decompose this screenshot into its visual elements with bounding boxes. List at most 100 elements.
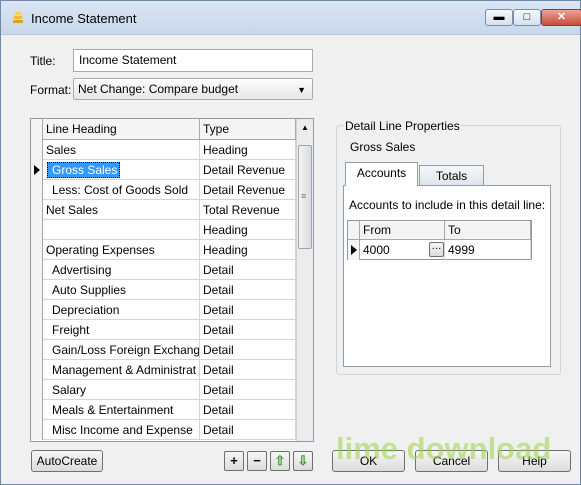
line-heading-cell[interactable]: Auto Supplies: [43, 280, 200, 300]
line-heading-cell[interactable]: Freight: [43, 320, 200, 340]
detail-line-properties-title: Detail Line Properties: [344, 119, 461, 133]
column-header-type[interactable]: Type: [200, 119, 296, 140]
type-cell[interactable]: Heading: [200, 140, 296, 160]
table-row[interactable]: Freight Detail: [31, 320, 296, 340]
table-row[interactable]: Less: Cost of Goods Sold Detail Revenue: [31, 180, 296, 200]
row-selector[interactable]: [31, 240, 43, 260]
autocreate-button[interactable]: AutoCreate: [31, 450, 103, 472]
line-heading-grid: Line Heading Type Sales Heading Gross Sa…: [30, 118, 314, 442]
type-cell[interactable]: Detail: [200, 360, 296, 380]
table-row[interactable]: Meals & Entertainment Detail: [31, 400, 296, 420]
close-button[interactable]: ✕: [541, 9, 581, 26]
table-row[interactable]: Advertising Detail: [31, 260, 296, 280]
type-cell[interactable]: Total Revenue: [200, 200, 296, 220]
type-cell[interactable]: Detail Revenue: [200, 180, 296, 200]
table-row-selected[interactable]: Gross Sales Detail Revenue: [31, 160, 296, 180]
maximize-button[interactable]: □: [513, 9, 541, 26]
type-cell[interactable]: Detail: [200, 400, 296, 420]
table-row[interactable]: Management & Administrat Detail: [31, 360, 296, 380]
type-cell[interactable]: Detail: [200, 260, 296, 280]
line-heading-cell[interactable]: Gain/Loss Foreign Exchange: [43, 340, 200, 360]
table-row[interactable]: Sales Heading: [31, 140, 296, 160]
type-cell[interactable]: Detail: [200, 420, 296, 440]
row-selector[interactable]: [31, 280, 43, 300]
detail-line-name: Gross Sales: [350, 140, 416, 154]
grid-header: Line Heading Type: [31, 119, 296, 140]
tab-accounts[interactable]: Accounts: [345, 162, 418, 186]
app-stack-icon: [13, 12, 23, 23]
row-selector[interactable]: [31, 340, 43, 360]
line-heading-cell[interactable]: [43, 220, 200, 240]
row-selector[interactable]: [31, 400, 43, 420]
current-row-arrow-icon: [34, 165, 40, 175]
income-statement-window: Income Statement ▬ □ ✕ Title: Income Sta…: [0, 0, 581, 485]
format-select-value: Net Change: Compare budget: [78, 82, 239, 96]
minimize-button[interactable]: ▬: [485, 9, 513, 26]
selected-heading-text[interactable]: Gross Sales: [47, 162, 121, 178]
line-heading-cell[interactable]: Operating Expenses: [43, 240, 200, 260]
remove-line-button[interactable]: −: [247, 451, 267, 471]
row-selector[interactable]: [31, 300, 43, 320]
table-row[interactable]: Gain/Loss Foreign Exchange Detail: [31, 340, 296, 360]
row-selector[interactable]: [31, 140, 43, 160]
to-account-cell[interactable]: 4999: [445, 240, 531, 260]
row-selector[interactable]: [348, 240, 360, 260]
line-heading-cell[interactable]: Salary: [43, 380, 200, 400]
line-heading-cell[interactable]: Sales: [43, 140, 200, 160]
row-selector[interactable]: [31, 320, 43, 340]
browse-account-button[interactable]: ···: [429, 242, 444, 257]
type-cell[interactable]: Detail: [200, 300, 296, 320]
accounts-grid-header: From To: [348, 221, 531, 240]
table-row[interactable]: Operating Expenses Heading: [31, 240, 296, 260]
type-cell[interactable]: Detail: [200, 280, 296, 300]
table-row[interactable]: Depreciation Detail: [31, 300, 296, 320]
title-label: Title:: [30, 54, 56, 68]
watermark-text: lime download: [336, 431, 552, 466]
accounts-grid-corner: [348, 221, 360, 240]
line-heading-cell[interactable]: Depreciation: [43, 300, 200, 320]
grid-vertical-scrollbar[interactable]: ▲ ≡: [296, 119, 313, 441]
type-cell[interactable]: Detail: [200, 380, 296, 400]
table-row[interactable]: Salary Detail: [31, 380, 296, 400]
title-input[interactable]: Income Statement: [73, 49, 313, 72]
table-row[interactable]: Misc Income and Expense Detail: [31, 420, 296, 440]
row-selector[interactable]: [31, 260, 43, 280]
grid-corner: [31, 119, 43, 140]
table-row[interactable]: Net Sales Total Revenue: [31, 200, 296, 220]
row-selector[interactable]: [31, 180, 43, 200]
line-heading-cell[interactable]: Less: Cost of Goods Sold: [43, 180, 200, 200]
table-row[interactable]: Heading: [31, 220, 296, 240]
move-down-arrow-icon[interactable]: ⇩: [293, 451, 313, 471]
move-up-arrow-icon[interactable]: ⇧: [270, 451, 290, 471]
type-cell[interactable]: Heading: [200, 220, 296, 240]
add-line-button[interactable]: +: [224, 451, 244, 471]
line-heading-cell[interactable]: Net Sales: [43, 200, 200, 220]
column-header-to[interactable]: To: [445, 221, 531, 240]
row-selector[interactable]: [31, 420, 43, 440]
title-bar: Income Statement ▬ □ ✕: [1, 1, 581, 35]
row-selector[interactable]: [31, 360, 43, 380]
window-title: Income Statement: [31, 11, 137, 26]
row-selector[interactable]: [31, 200, 43, 220]
row-selector[interactable]: [31, 380, 43, 400]
line-heading-cell[interactable]: Gross Sales: [43, 160, 200, 180]
account-range-row[interactable]: 4000 ··· 4999: [348, 240, 531, 260]
type-cell[interactable]: Detail: [200, 320, 296, 340]
column-header-line-heading[interactable]: Line Heading: [43, 119, 200, 140]
type-cell[interactable]: Heading: [200, 240, 296, 260]
accounts-include-label: Accounts to include in this detail line:: [349, 198, 546, 212]
column-header-from[interactable]: From: [360, 221, 445, 240]
line-heading-cell[interactable]: Management & Administrat: [43, 360, 200, 380]
table-row[interactable]: Auto Supplies Detail: [31, 280, 296, 300]
line-heading-cell[interactable]: Misc Income and Expense: [43, 420, 200, 440]
format-select[interactable]: Net Change: Compare budget ▼: [73, 78, 313, 100]
type-cell[interactable]: Detail: [200, 340, 296, 360]
line-heading-cell[interactable]: Advertising: [43, 260, 200, 280]
tab-totals[interactable]: Totals: [419, 165, 484, 187]
row-selector[interactable]: [31, 160, 43, 180]
row-selector[interactable]: [31, 220, 43, 240]
accounts-tab-panel: [343, 185, 551, 367]
line-heading-cell[interactable]: Meals & Entertainment: [43, 400, 200, 420]
scroll-up-arrow-icon[interactable]: ▲: [297, 119, 313, 136]
type-cell[interactable]: Detail Revenue: [200, 160, 296, 180]
